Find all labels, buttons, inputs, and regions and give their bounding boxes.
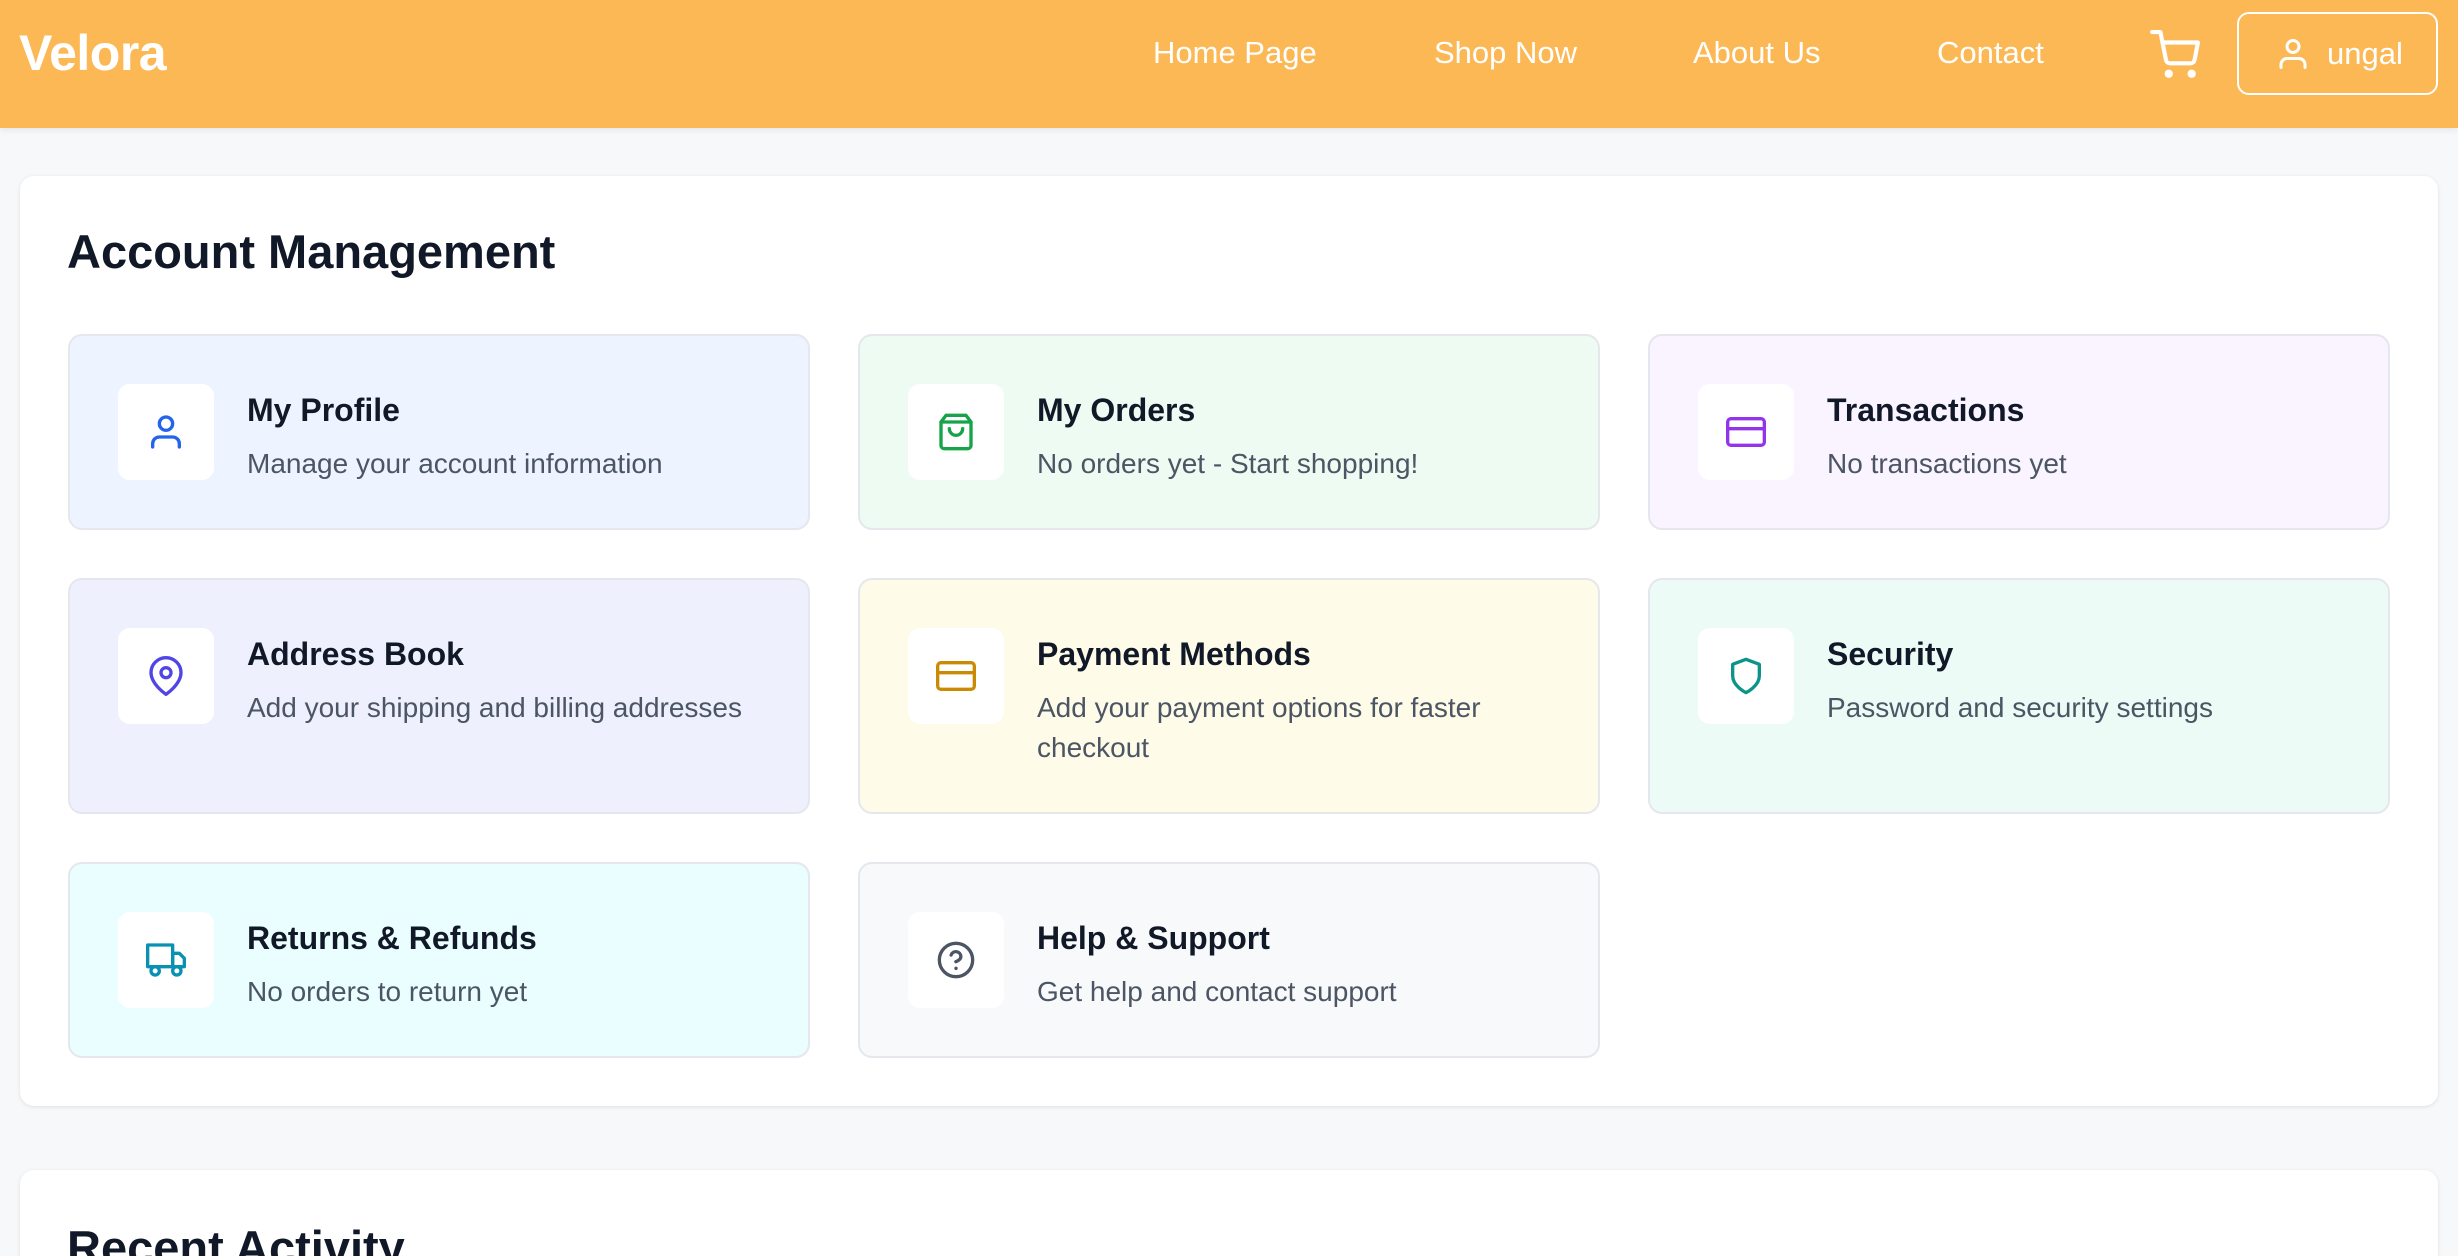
tile-description: Manage your account information bbox=[247, 448, 663, 479]
tile-icon-box bbox=[118, 628, 214, 724]
account-management-panel: Account Management My Profile Manage you… bbox=[20, 176, 2438, 1106]
tile-description: Get help and contact support bbox=[1037, 976, 1397, 1007]
tile-title: My Profile bbox=[247, 392, 400, 428]
tile-title: Returns & Refunds bbox=[247, 920, 537, 956]
cart-icon bbox=[2150, 30, 2200, 78]
nav-home-link[interactable]: Home Page bbox=[1153, 37, 1317, 68]
tile-icon-box bbox=[1698, 384, 1794, 480]
tile-transactions[interactable]: Transactions No transactions yet bbox=[1648, 334, 2390, 530]
credit-card-icon bbox=[1726, 417, 1766, 447]
user-icon bbox=[2279, 39, 2307, 69]
tile-description: Password and security settings bbox=[1827, 692, 2213, 723]
tile-icon-box bbox=[908, 912, 1004, 1008]
user-icon bbox=[151, 415, 181, 449]
top-navbar: Velora Home Page Shop Now About Us Conta… bbox=[0, 0, 2458, 128]
tile-title: Security bbox=[1827, 636, 1954, 672]
brand-logo[interactable]: Velora bbox=[19, 28, 167, 80]
truck-icon bbox=[146, 943, 186, 977]
tile-security[interactable]: Security Password and security settings bbox=[1648, 578, 2390, 814]
tile-description: No transactions yet bbox=[1827, 448, 2067, 479]
shield-icon bbox=[1731, 657, 1761, 695]
nav-shop-link[interactable]: Shop Now bbox=[1434, 37, 1577, 68]
tile-description: No orders yet - Start shopping! bbox=[1037, 448, 1419, 479]
tile-my-profile[interactable]: My Profile Manage your account informati… bbox=[68, 334, 810, 530]
tile-icon-box bbox=[1698, 628, 1794, 724]
tile-returns-refunds[interactable]: Returns & Refunds No orders to return ye… bbox=[68, 862, 810, 1058]
tile-title: Address Book bbox=[247, 636, 464, 672]
tile-description: Add your shipping and billing addresses bbox=[247, 692, 742, 723]
user-name: ungal bbox=[2327, 36, 2403, 71]
page-title: Account Management bbox=[67, 225, 556, 278]
shopping-bag-icon bbox=[939, 413, 973, 451]
tile-icon-box bbox=[908, 384, 1004, 480]
tile-icon-box bbox=[118, 384, 214, 480]
tile-title: My Orders bbox=[1037, 392, 1196, 428]
tile-description: No orders to return yet bbox=[247, 976, 528, 1007]
section-title: Recent Activity bbox=[67, 1221, 405, 1256]
tile-icon-box bbox=[908, 628, 1004, 724]
tile-title: Transactions bbox=[1827, 392, 2025, 428]
tile-payment-methods[interactable]: Payment Methods Add your payment options… bbox=[858, 578, 1600, 814]
tile-my-orders[interactable]: My Orders No orders yet - Start shopping… bbox=[858, 334, 1600, 530]
cart-button[interactable] bbox=[2150, 30, 2200, 80]
nav-contact-link[interactable]: Contact bbox=[1937, 37, 2044, 68]
credit-card-icon bbox=[936, 661, 976, 691]
tile-title: Payment Methods bbox=[1037, 636, 1311, 672]
tile-address-book[interactable]: Address Book Add your shipping and billi… bbox=[68, 578, 810, 814]
tile-icon-box bbox=[118, 912, 214, 1008]
tile-title: Help & Support bbox=[1037, 920, 1270, 956]
user-account-button[interactable]: ungal bbox=[2237, 12, 2438, 95]
help-circle-icon bbox=[937, 941, 975, 979]
recent-activity-panel: Recent Activity bbox=[20, 1170, 2438, 1256]
map-pin-icon bbox=[149, 656, 183, 696]
tile-description: Add your payment options for faster chec… bbox=[1037, 692, 1481, 763]
nav-about-link[interactable]: About Us bbox=[1693, 37, 1821, 68]
tile-help-support[interactable]: Help & Support Get help and contact supp… bbox=[858, 862, 1600, 1058]
